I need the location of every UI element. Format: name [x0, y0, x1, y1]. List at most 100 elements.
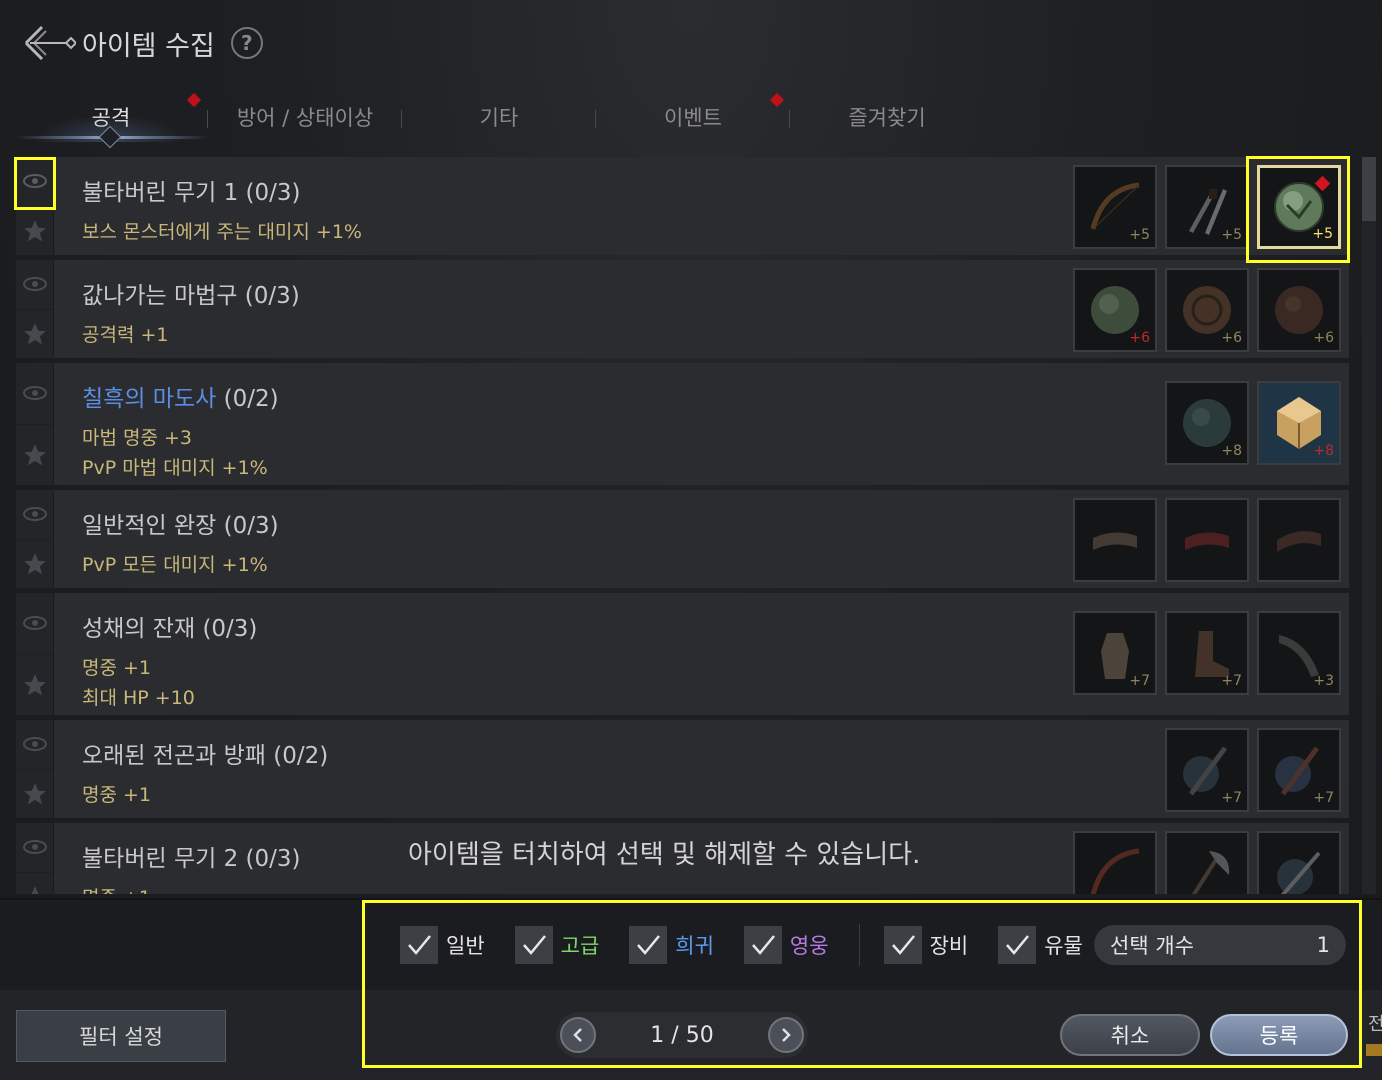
collection-progress: (0/2) [223, 386, 279, 412]
item-slot[interactable] [1165, 498, 1249, 582]
eye-icon[interactable] [22, 735, 48, 753]
track-toggle[interactable] [16, 593, 53, 655]
favorite-toggle[interactable] [16, 310, 53, 359]
help-icon[interactable]: ? [230, 27, 263, 59]
favorite-toggle[interactable] [16, 540, 53, 589]
filter-settings-button[interactable]: 필터 설정 [16, 1010, 226, 1062]
track-toggle[interactable] [16, 823, 53, 873]
favorite-toggle[interactable] [16, 655, 53, 716]
sword-shield-icon [1277, 851, 1321, 894]
item-slot[interactable]: +7 [1165, 728, 1249, 812]
favorite-toggle[interactable] [16, 873, 53, 894]
star-icon[interactable] [22, 218, 48, 244]
collection-name-text: 성채의 잔재 [82, 616, 196, 642]
axe-icon [1191, 851, 1230, 894]
eye-icon[interactable] [22, 838, 48, 856]
collection-row[interactable]: 값나가는 마법구 (0/3) 공격력 +1 +6 +6 +6 [16, 260, 1349, 358]
star-icon[interactable] [22, 442, 48, 468]
enchant-level: +7 [1221, 893, 1242, 894]
collection-progress: (0/3) [245, 180, 301, 206]
star-icon[interactable] [22, 781, 48, 807]
prev-page-button[interactable] [560, 1017, 596, 1053]
star-icon[interactable] [22, 672, 48, 698]
enchant-level: +8 [1221, 443, 1242, 459]
star-icon[interactable] [22, 884, 48, 894]
collection-name-text: 칠흑의 마도사 [82, 386, 217, 412]
category-tabs: 공격 방어 / 상태이상 기타 이벤트 즐겨찾기 [14, 92, 984, 152]
tab-etc[interactable]: 기타 [402, 92, 596, 142]
collection-progress: (0/3) [223, 513, 279, 539]
star-icon[interactable] [22, 551, 48, 577]
item-slot[interactable]: +7 [1073, 831, 1157, 894]
tab-favorites[interactable]: 즐겨찾기 [790, 92, 984, 142]
row-side-controls [16, 593, 54, 715]
item-slot[interactable]: +6 [1257, 268, 1341, 352]
item-slot[interactable]: +5 [1165, 165, 1249, 249]
star-icon[interactable] [22, 321, 48, 347]
track-toggle[interactable] [16, 363, 53, 425]
track-toggle[interactable] [16, 720, 53, 770]
bow-icon [1090, 848, 1140, 894]
eye-icon[interactable] [22, 384, 48, 402]
item-slot[interactable]: +5 [1073, 165, 1157, 249]
collection-progress: (0/3) [202, 616, 258, 642]
item-slot[interactable] [1073, 498, 1157, 582]
eye-icon[interactable] [22, 275, 48, 293]
item-slots: +7 +7 +7 [1073, 831, 1341, 894]
collection-row[interactable]: 칠흑의 마도사 (0/2) 마법 명중 +3 PvP 마법 대미지 +1% +8… [16, 363, 1349, 485]
item-slot[interactable]: +6 [1165, 268, 1249, 352]
enchant-level: +7 [1313, 893, 1334, 894]
list-scrollbar[interactable] [1362, 157, 1376, 894]
edge-cutoff-text: 전 [1368, 1014, 1382, 1035]
item-slots: +8 +8 [1165, 381, 1341, 465]
collection-effect: PvP 마법 대미지 +1% [82, 457, 268, 479]
tab-defense-status[interactable]: 방어 / 상태이상 [208, 92, 402, 142]
collection-row[interactable]: 불타버린 무기 1 (0/3) 보스 몬스터에게 주는 대미지 +1% +5 +… [16, 157, 1349, 255]
collection-name-text: 불타버린 무기 2 [82, 846, 239, 872]
eye-icon[interactable] [22, 614, 48, 632]
track-toggle[interactable] [16, 490, 53, 540]
scrollbar-thumb[interactable] [1362, 157, 1376, 221]
enchant-level: +8 [1313, 443, 1334, 459]
enchant-level: +7 [1129, 893, 1150, 894]
item-slot[interactable]: +7 [1073, 611, 1157, 695]
item-slot[interactable]: +8 [1257, 381, 1341, 465]
favorite-toggle[interactable] [16, 770, 53, 819]
item-slot[interactable]: +3 [1257, 611, 1341, 695]
alert-dot-icon [769, 92, 785, 108]
favorite-toggle[interactable] [16, 207, 53, 256]
item-slot[interactable]: +7 [1165, 611, 1249, 695]
item-slot[interactable]: +7 [1165, 831, 1249, 894]
eye-icon[interactable] [22, 505, 48, 523]
enchant-level: +5 [1221, 227, 1242, 243]
chevron-left-icon [573, 1028, 582, 1042]
collection-row[interactable]: 일반적인 완장 (0/3) PvP 모든 대미지 +1% [16, 490, 1349, 588]
favorite-toggle[interactable] [16, 425, 53, 486]
item-slot[interactable]: +8 [1165, 381, 1249, 465]
item-slot[interactable]: +7 [1257, 728, 1341, 812]
item-slot[interactable]: +6 [1073, 268, 1157, 352]
tab-label: 방어 / 상태이상 [236, 106, 374, 130]
item-slot[interactable] [1257, 498, 1341, 582]
tab-event[interactable]: 이벤트 [596, 92, 790, 142]
item-slots [1073, 498, 1341, 582]
row-side-controls [16, 720, 54, 818]
row-side-controls [16, 260, 54, 358]
track-toggle[interactable] [16, 260, 53, 310]
item-slots: +7 +7 [1165, 728, 1341, 812]
collection-name-text: 일반적인 완장 [82, 513, 217, 539]
item-slot[interactable]: +7 [1257, 831, 1341, 894]
register-button[interactable]: 등록 [1210, 1014, 1348, 1056]
header: 아이템 수집 ? [20, 18, 263, 68]
collection-row[interactable]: 오래된 전곤과 방패 (0/2) 명중 +1 +7 +7 [16, 720, 1349, 818]
tab-attack[interactable]: 공격 [14, 92, 208, 149]
enchant-level: +6 [1313, 330, 1334, 346]
enchant-level: +7 [1129, 673, 1150, 689]
enchant-level: +6 [1221, 330, 1242, 346]
next-page-button[interactable] [767, 1017, 804, 1053]
back-arrow-icon[interactable] [20, 19, 76, 67]
cancel-button[interactable]: 취소 [1060, 1014, 1200, 1056]
collection-progress: (0/2) [273, 743, 329, 769]
collection-list[interactable]: 불타버린 무기 1 (0/3) 보스 몬스터에게 주는 대미지 +1% +5 +… [16, 157, 1349, 894]
collection-row[interactable]: 성채의 잔재 (0/3) 명중 +1 최대 HP +10 +7 +7 +3 [16, 593, 1349, 715]
